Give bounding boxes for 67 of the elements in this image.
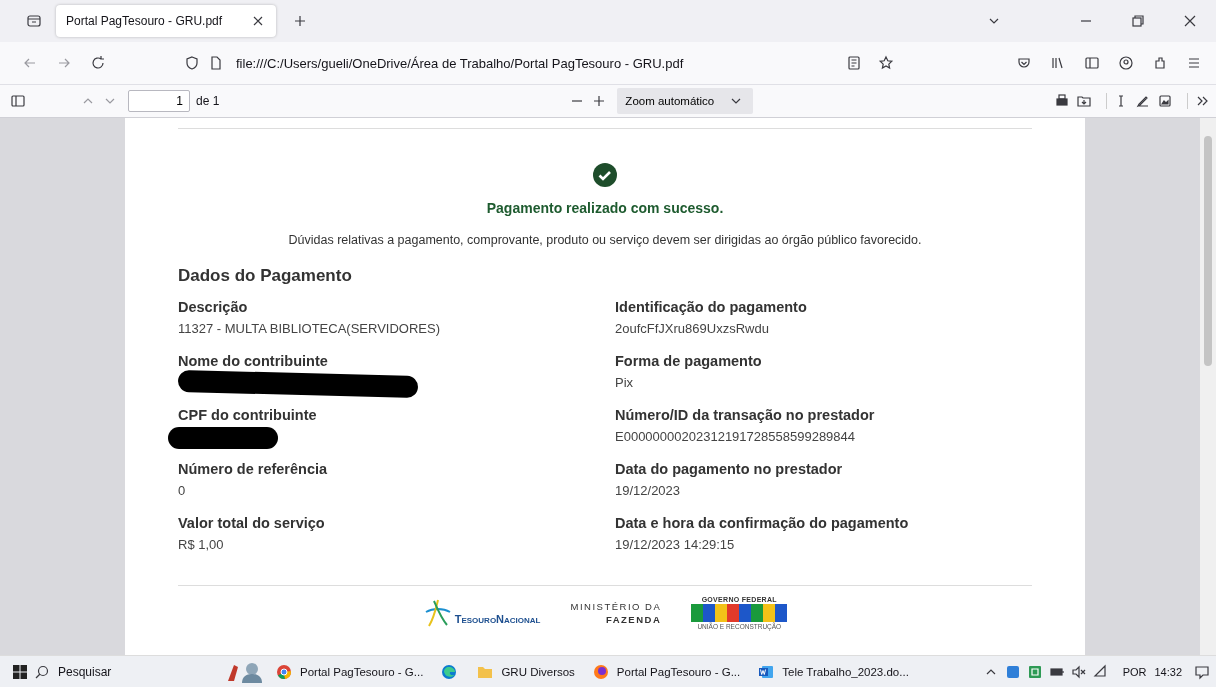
shield-icon[interactable] — [184, 55, 200, 71]
account-icon[interactable] — [1118, 55, 1134, 71]
field-label: Nome do contribuinte — [178, 353, 329, 369]
success-message: Pagamento realizado com sucesso. — [486, 200, 724, 216]
sidebar-icon[interactable] — [1084, 55, 1100, 71]
field-label: Número/ID da transação no prestador — [615, 407, 876, 423]
taskbar-app[interactable]: Portal PagTesouro - G... — [586, 656, 747, 687]
field-label: CPF do contribuinte — [178, 407, 318, 423]
page-count: de 1 — [196, 94, 220, 108]
field-label: Identificação do pagamento — [615, 299, 808, 315]
field-label: Valor total do serviço — [178, 515, 326, 531]
library-icon[interactable] — [1050, 55, 1066, 71]
info-note: Dúvidas relativas a pagamento, comprovante, produto ou serviço devem ser dirigidas ao órgão público favorecido. — [288, 233, 922, 247]
ministry-logo: MINISTÉRIO DA FAZENDA — [570, 601, 662, 625]
field-label: Descrição — [178, 299, 249, 315]
page-number-field[interactable]: 1 — [128, 90, 190, 112]
windows-start-icon[interactable] — [12, 663, 28, 680]
print-icon[interactable] — [1054, 93, 1070, 109]
language-indicator[interactable]: POR — [1122, 665, 1147, 678]
clock[interactable]: 14:32 — [1154, 665, 1182, 678]
bookmark-star-icon[interactable] — [878, 55, 894, 71]
browser-icon — [441, 663, 458, 680]
browser-icon — [592, 663, 609, 680]
reader-view-icon[interactable] — [846, 55, 862, 71]
scrollbar[interactable] — [1200, 118, 1216, 655]
search-icon — [34, 663, 50, 680]
field-label: Data do pagamento no prestador — [615, 461, 844, 477]
reload-icon[interactable] — [90, 55, 106, 71]
taskbar-app[interactable]: Portal PagTesouro - G... — [270, 656, 430, 687]
tesouro-nacional-logo: TESOURONACIONAL — [422, 598, 541, 628]
more-tools-icon[interactable] — [1187, 93, 1210, 109]
taskbar-app[interactable]: Tele Trabalho_2023.do... — [752, 656, 915, 687]
address-bar[interactable]: file:///C:/Users/gueli/OneDrive/Área de Trabalho/Portal PagTesouro - GRU.pdf — [174, 47, 904, 79]
save-icon[interactable] — [1076, 93, 1092, 109]
field-label: Data e hora da confirmação do pagamento — [615, 515, 910, 531]
speaker-muted-icon[interactable] — [1070, 663, 1087, 680]
pocket-icon[interactable] — [1016, 55, 1032, 71]
browser-icon — [276, 663, 292, 680]
field-value: 19/12/2023 14:29:15 — [615, 537, 736, 552]
page-icon[interactable] — [208, 55, 224, 71]
new-tab-icon[interactable] — [292, 13, 308, 29]
browser-tab[interactable]: Portal PagTesouro - GRU.pdf — [56, 5, 276, 37]
tab-list-icon[interactable] — [26, 13, 42, 29]
field-value: 11327 - MULTA BIBLIOTECA(SERVIDORES) — [178, 321, 441, 336]
field-value: R$ 1,00 — [178, 537, 225, 552]
field-value: E00000000202312191728558599289844 — [615, 429, 857, 444]
document-icon — [758, 663, 775, 680]
menu-icon[interactable] — [1186, 55, 1202, 71]
app-tray-icon[interactable] — [1004, 663, 1021, 680]
image-icon[interactable] — [1157, 93, 1173, 109]
field-value: Pix — [615, 375, 635, 390]
field-label: Forma de pagamento — [615, 353, 763, 369]
field-value: 19/12/2023 — [615, 483, 682, 498]
taskbar-app[interactable]: GRU Diversos — [471, 656, 581, 687]
extensions-icon[interactable] — [1152, 55, 1168, 71]
field-value: 2oufcFfJXru869UxzsRwdu — [615, 321, 770, 336]
field-value: 0 — [178, 483, 187, 498]
taskbar-search[interactable]: Pesquisar — [34, 663, 224, 680]
url-text: file:///C:/Users/gueli/OneDrive/Área de Trabalho/Portal PagTesouro - GRU.pdf — [236, 55, 684, 71]
check-circle-icon — [593, 163, 617, 190]
tab-title: Portal PagTesouro - GRU.pdf — [66, 14, 224, 28]
field-label: Número de referência — [178, 461, 329, 477]
notifications-icon[interactable] — [1194, 663, 1210, 680]
app-tray-icon[interactable] — [1026, 663, 1043, 680]
section-heading: Dados do Pagamento — [178, 266, 352, 286]
zoom-select[interactable]: Zoom automático — [617, 88, 754, 114]
sidebar-toggle-icon[interactable] — [10, 93, 26, 109]
